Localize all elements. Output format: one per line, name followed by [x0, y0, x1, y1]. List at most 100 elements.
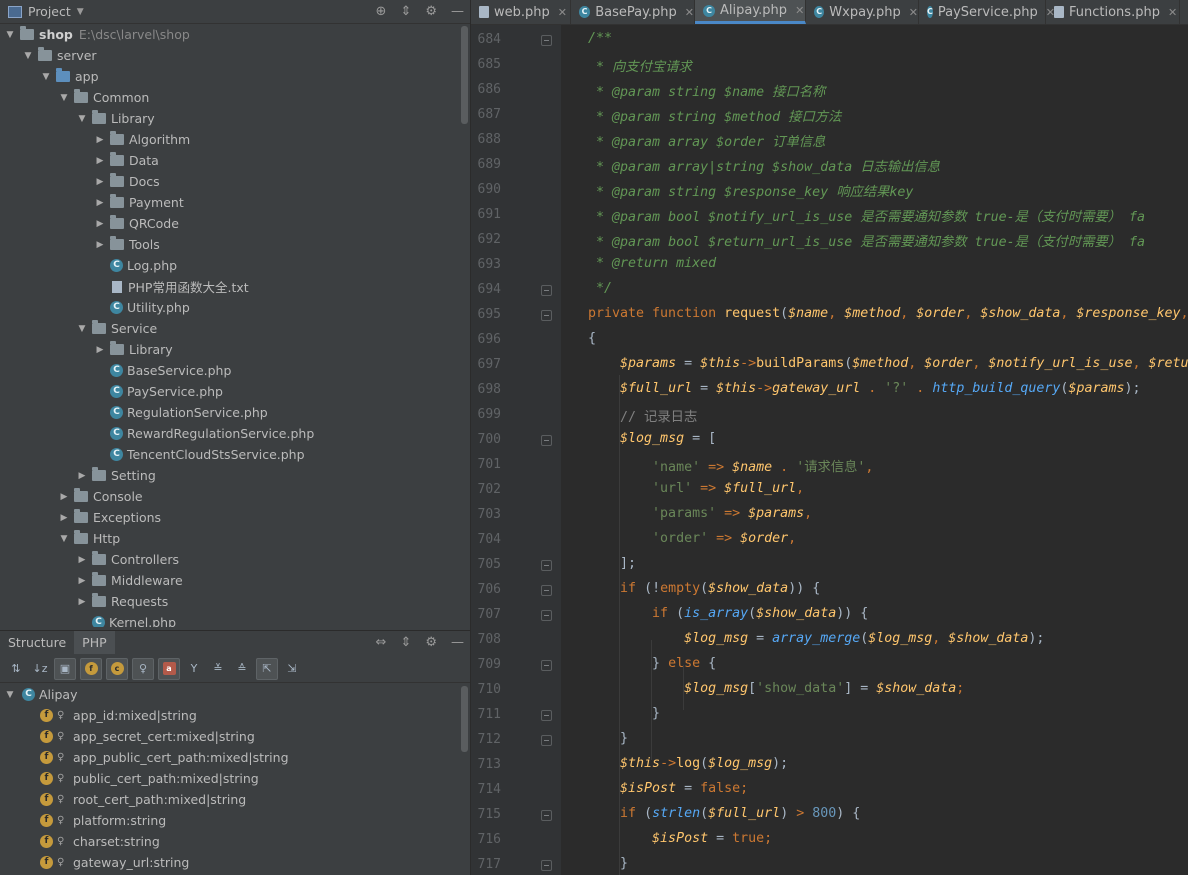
fold-marker-icon[interactable] [541, 560, 552, 571]
fold-marker-icon[interactable] [541, 285, 552, 296]
tree-item[interactable]: ▶ QRCode [0, 213, 460, 234]
tree-item[interactable]: ▶ Requests [0, 591, 460, 612]
tree-item[interactable]: C Utility.php [0, 297, 460, 318]
expand-all-icon[interactable]: ⇔ [376, 635, 387, 650]
chevron-down-icon[interactable]: ▼ [4, 690, 16, 700]
scrollbar-thumb[interactable] [461, 26, 468, 124]
hide-panel-icon[interactable]: — [451, 635, 464, 650]
chevron-down-icon[interactable]: ▼ [58, 93, 70, 103]
chevron-right-icon[interactable]: ▶ [94, 219, 106, 229]
structure-field[interactable]: f ♀ charset:string [0, 831, 460, 852]
tree-item[interactable]: C BaseService.php [0, 360, 460, 381]
tree-item[interactable]: ▼ Http [0, 528, 460, 549]
gear-icon[interactable]: ⚙ [425, 4, 437, 19]
editor-tab[interactable]: C PayService.php ✕ [919, 0, 1055, 24]
fold-marker-icon[interactable] [541, 710, 552, 721]
fold-marker-icon[interactable] [541, 810, 552, 821]
chevron-right-icon[interactable]: ▶ [76, 597, 88, 607]
show-fields-icon[interactable]: f [80, 657, 102, 680]
tree-item[interactable]: ▶ Payment [0, 192, 460, 213]
chevron-down-icon[interactable]: ▼ [77, 7, 84, 17]
tree-item[interactable]: C TencentCloudStsService.php [0, 444, 460, 465]
editor-tab[interactable]: C BasePay.php ✕ [571, 0, 695, 24]
tree-item[interactable]: C RegulationService.php [0, 402, 460, 423]
code-editor[interactable]: 684 685 686 687 688 689 690 691 692 693 694 695 696 6… [471, 25, 1188, 875]
autoscroll-to-source-icon[interactable]: ⇱ [256, 657, 278, 680]
fold-marker-icon[interactable] [541, 860, 552, 871]
collapse-all-icon[interactable]: ⇕ [400, 635, 411, 650]
show-lambdas-icon[interactable]: Y [184, 659, 204, 679]
show-includes-icon[interactable]: a [158, 657, 180, 680]
chevron-right-icon[interactable]: ▶ [94, 156, 106, 166]
sort-alphabetically-icon[interactable]: ↓z [30, 659, 50, 679]
tree-item[interactable]: ▶ Console [0, 486, 460, 507]
chevron-down-icon[interactable]: ▼ [58, 534, 70, 544]
collapse-all-icon[interactable]: ⇕ [400, 4, 411, 19]
chevron-right-icon[interactable]: ▶ [94, 345, 106, 355]
close-icon[interactable]: ✕ [909, 6, 918, 19]
structure-root[interactable]: ▼ C Alipay [0, 684, 460, 705]
tree-item[interactable]: C Log.php [0, 255, 460, 276]
close-icon[interactable]: ✕ [558, 6, 567, 19]
chevron-down-icon[interactable]: ▼ [4, 30, 16, 40]
tree-item[interactable]: ▶ Exceptions [0, 507, 460, 528]
close-icon[interactable]: ✕ [685, 6, 694, 19]
tree-item[interactable]: ▼ Library [0, 108, 460, 129]
fold-marker-icon[interactable] [541, 735, 552, 746]
chevron-right-icon[interactable]: ▶ [76, 555, 88, 565]
tree-item[interactable]: ▶ Algorithm [0, 129, 460, 150]
tree-item[interactable]: ▶ Data [0, 150, 460, 171]
tab-structure[interactable]: Structure [0, 631, 74, 654]
fold-marker-icon[interactable] [541, 35, 552, 46]
chevron-right-icon[interactable]: ▶ [94, 240, 106, 250]
expand-all-icon[interactable]: ≚ [208, 659, 228, 679]
chevron-right-icon[interactable]: ▶ [94, 135, 106, 145]
structure-field[interactable]: f ♀ app_id:mixed|string [0, 705, 460, 726]
structure-field[interactable]: f ♀ gateway_url:string [0, 852, 460, 873]
chevron-right-icon[interactable]: ▶ [58, 513, 70, 523]
tree-item[interactable]: ▼ shop E:\dsc\larvel\shop [0, 24, 460, 45]
tree-item[interactable]: ▶ Library [0, 339, 460, 360]
chevron-down-icon[interactable]: ▼ [22, 51, 34, 61]
tree-item[interactable]: C Kernel.php [0, 612, 460, 627]
close-icon[interactable]: ✕ [1168, 6, 1177, 19]
tree-item[interactable]: ▼ server [0, 45, 460, 66]
tree-item[interactable]: ▶ Tools [0, 234, 460, 255]
chevron-down-icon[interactable]: ▼ [40, 72, 52, 82]
chevron-down-icon[interactable]: ▼ [76, 114, 88, 124]
chevron-down-icon[interactable]: ▼ [76, 324, 88, 334]
fold-marker-icon[interactable] [541, 435, 552, 446]
tree-item[interactable]: C PayService.php [0, 381, 460, 402]
project-view-selector[interactable]: Project ▼ [8, 4, 84, 19]
locate-icon[interactable]: ⊕ [376, 4, 387, 19]
editor-tab[interactable]: C Alipay.php ✕ [695, 0, 806, 24]
chevron-right-icon[interactable]: ▶ [76, 471, 88, 481]
sort-by-visibility-icon[interactable]: ⇅ [6, 659, 26, 679]
editor-tab[interactable]: C Wxpay.php ✕ [806, 0, 919, 24]
chevron-right-icon[interactable]: ▶ [76, 576, 88, 586]
chevron-right-icon[interactable]: ▶ [94, 177, 106, 187]
tree-item[interactable]: ▶ Docs [0, 171, 460, 192]
structure-field[interactable]: f ♀ root_cert_path:mixed|string [0, 789, 460, 810]
scrollbar-thumb[interactable] [461, 686, 468, 752]
tree-item[interactable]: C RewardRegulationService.php [0, 423, 460, 444]
tree-item[interactable]: ▼ Common [0, 87, 460, 108]
structure-field[interactable]: f ♀ public_cert_path:mixed|string [0, 768, 460, 789]
close-icon[interactable]: ✕ [795, 4, 804, 17]
editor-tab[interactable]: web.php ✕ [471, 0, 571, 24]
tree-item[interactable]: ▶ Controllers [0, 549, 460, 570]
fold-marker-icon[interactable] [541, 310, 552, 321]
fold-marker-icon[interactable] [541, 610, 552, 621]
editor-tab[interactable]: Functions.php ✕ [1046, 0, 1180, 24]
tree-item[interactable]: ▶ Middleware [0, 570, 460, 591]
tab-php[interactable]: PHP [74, 631, 115, 654]
tree-item[interactable]: PHP常用函数大全.txt [0, 276, 460, 297]
structure-field[interactable]: f ♀ app_public_cert_path:mixed|string [0, 747, 460, 768]
project-tree-scrollbar[interactable] [460, 24, 469, 627]
chevron-right-icon[interactable]: ▶ [58, 492, 70, 502]
collapse-all-icon[interactable]: ≙ [232, 659, 252, 679]
structure-field[interactable]: f ♀ platform:string [0, 810, 460, 831]
chevron-right-icon[interactable]: ▶ [94, 198, 106, 208]
show-non-public-icon[interactable]: ♀ [132, 657, 154, 680]
gear-icon[interactable]: ⚙ [425, 635, 437, 650]
